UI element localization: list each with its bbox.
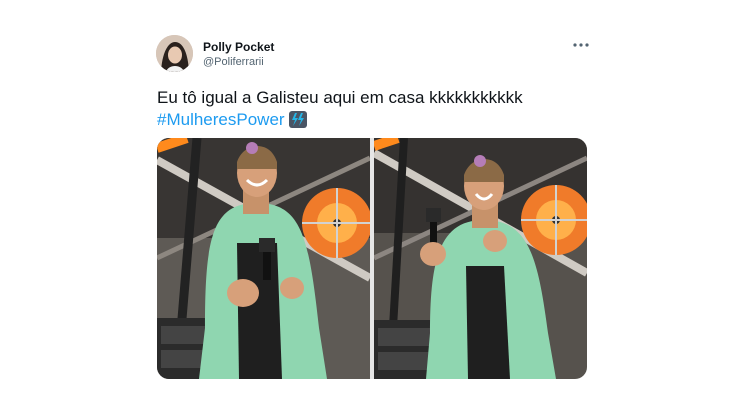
profile-photo-icon xyxy=(156,35,193,72)
tweet-text: Eu tô igual a Galisteu aqui em casa kkkk… xyxy=(157,88,523,107)
user-avatar[interactable] xyxy=(156,35,193,72)
left-photo[interactable] xyxy=(157,138,372,379)
right-photo[interactable] xyxy=(372,138,587,379)
hashtag-link[interactable]: #MulheresPower xyxy=(157,109,285,131)
more-options-icon xyxy=(573,43,589,47)
user-handle[interactable]: @Poliferrarii xyxy=(203,56,264,68)
more-options-button[interactable] xyxy=(570,36,592,54)
high-voltage-icon xyxy=(289,111,307,128)
display-name[interactable]: Polly Pocket xyxy=(203,40,274,54)
media-grid xyxy=(157,138,587,379)
tweet-card: Polly Pocket @Poliferrarii Eu tô igual a… xyxy=(0,0,750,420)
